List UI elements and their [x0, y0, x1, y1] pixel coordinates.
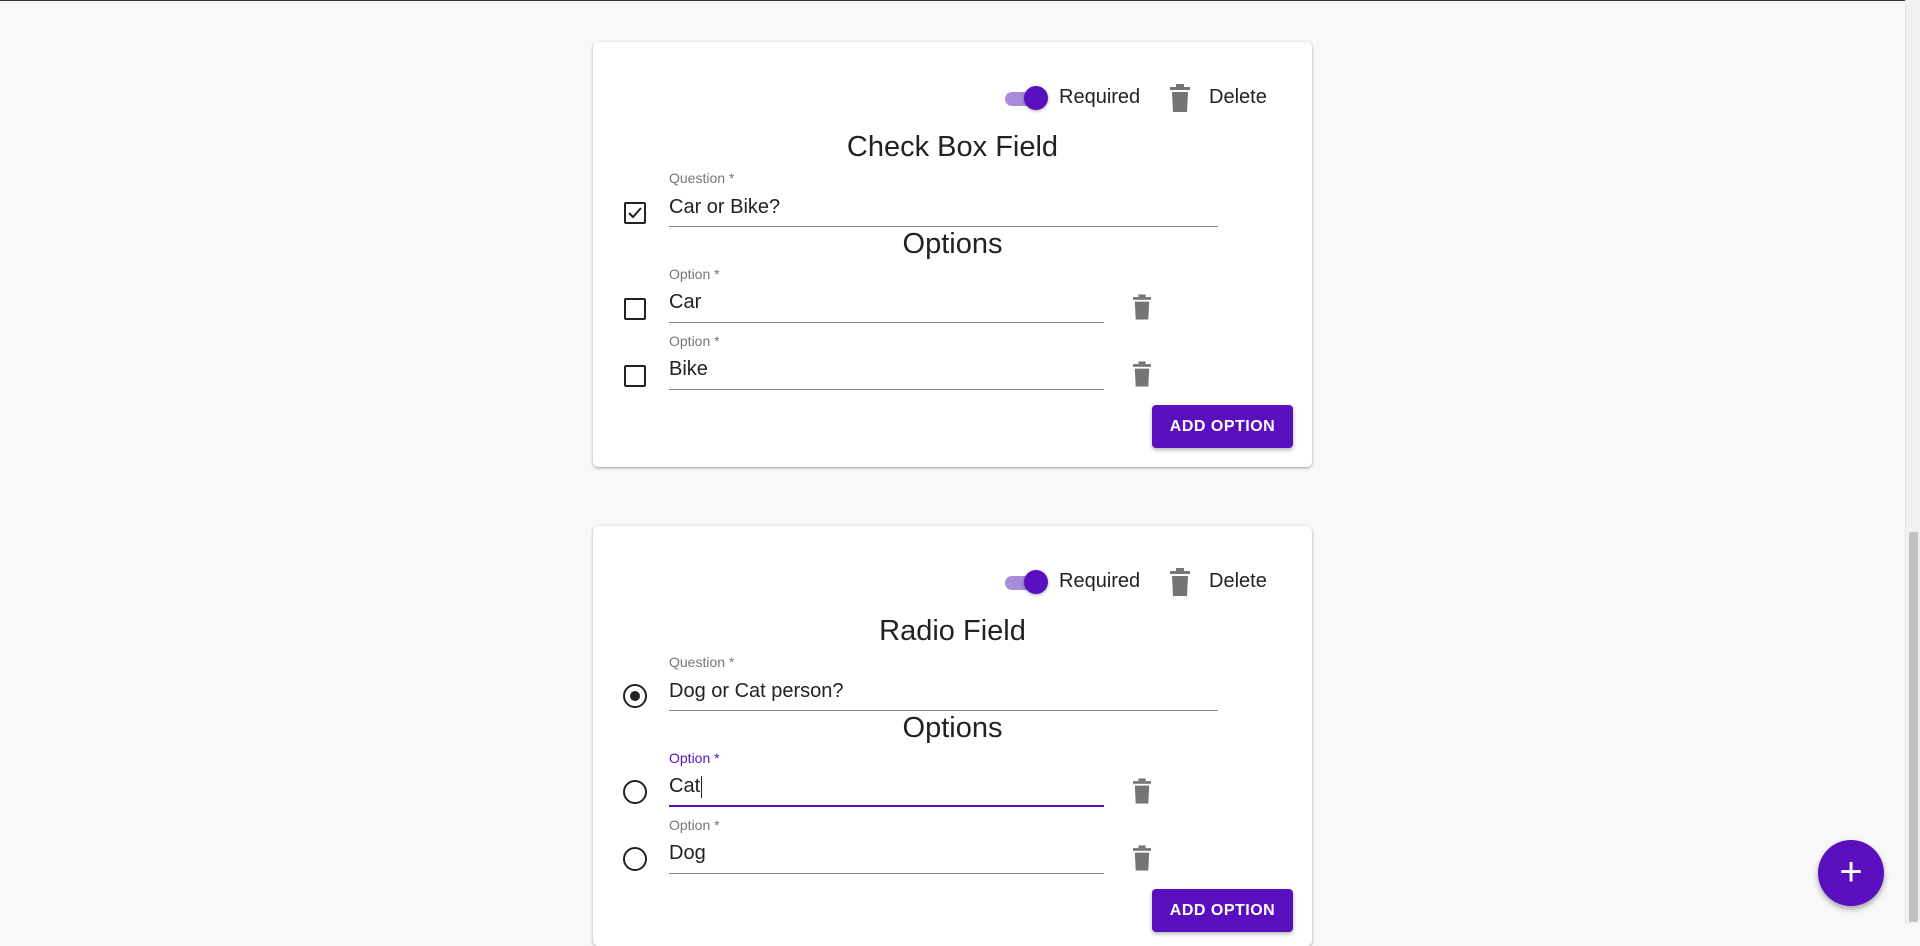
- delete-option-icon[interactable]: [1131, 778, 1153, 804]
- option-input[interactable]: Bike: [669, 355, 1103, 383]
- question-checkbox[interactable]: [624, 202, 646, 224]
- options-title: Options: [902, 228, 1003, 260]
- option-label: Option *: [669, 333, 720, 349]
- delete-field-button[interactable]: Delete: [1209, 86, 1267, 109]
- option-underline: [669, 873, 1104, 874]
- radio-field-card: Required Delete Radio Field Question * D…: [593, 526, 1312, 946]
- option-checkbox[interactable]: [624, 365, 646, 387]
- options-title: Options: [902, 712, 1003, 744]
- question-label: Question *: [669, 170, 735, 186]
- delete-option-icon[interactable]: [1131, 845, 1153, 871]
- checkbox-field-card: Required Delete Check Box Field Question…: [593, 42, 1312, 467]
- add-field-fab[interactable]: +: [1818, 840, 1884, 906]
- option-label: Option *: [669, 750, 720, 766]
- delete-field-icon[interactable]: [1168, 568, 1192, 596]
- add-option-button[interactable]: ADD OPTION: [1152, 405, 1293, 448]
- delete-field-button[interactable]: Delete: [1209, 570, 1267, 593]
- question-input[interactable]: Car or Bike?: [669, 193, 1217, 221]
- top-border: [0, 0, 1920, 1]
- question-radio[interactable]: [623, 684, 647, 708]
- scrollbar-thumb[interactable]: [1909, 532, 1918, 922]
- option-label: Option *: [669, 266, 720, 282]
- option-input[interactable]: Cat: [669, 772, 1103, 800]
- option-radio[interactable]: [623, 847, 647, 871]
- option-label: Option *: [669, 817, 720, 833]
- required-label: Required: [1059, 86, 1141, 108]
- option-input[interactable]: Dog: [669, 839, 1103, 867]
- required-label: Required: [1059, 570, 1141, 592]
- question-underline: [669, 226, 1218, 227]
- required-toggle[interactable]: [1003, 86, 1048, 110]
- toggle-thumb: [1024, 570, 1048, 594]
- question-input[interactable]: Dog or Cat person?: [669, 677, 1217, 705]
- delete-option-icon[interactable]: [1131, 361, 1153, 387]
- option-underline: [669, 805, 1104, 807]
- field-title: Radio Field: [879, 615, 1026, 647]
- option-radio[interactable]: [623, 780, 647, 804]
- radio-dot: [630, 691, 640, 701]
- toggle-thumb: [1024, 86, 1048, 110]
- option-checkbox[interactable]: [624, 298, 646, 320]
- delete-option-icon[interactable]: [1131, 294, 1153, 320]
- page-scrollbar[interactable]: [1905, 0, 1920, 924]
- question-underline: [669, 710, 1218, 711]
- option-input-value: Cat: [669, 775, 701, 797]
- question-label: Question *: [669, 654, 735, 670]
- delete-field-icon[interactable]: [1168, 84, 1192, 112]
- text-caret: [701, 775, 703, 798]
- option-underline: [669, 389, 1104, 390]
- plus-icon: +: [1839, 850, 1863, 894]
- required-toggle[interactable]: [1003, 570, 1048, 594]
- option-input[interactable]: Car: [669, 288, 1103, 316]
- add-option-button[interactable]: ADD OPTION: [1152, 889, 1293, 932]
- field-title: Check Box Field: [846, 131, 1059, 163]
- option-underline: [669, 322, 1104, 323]
